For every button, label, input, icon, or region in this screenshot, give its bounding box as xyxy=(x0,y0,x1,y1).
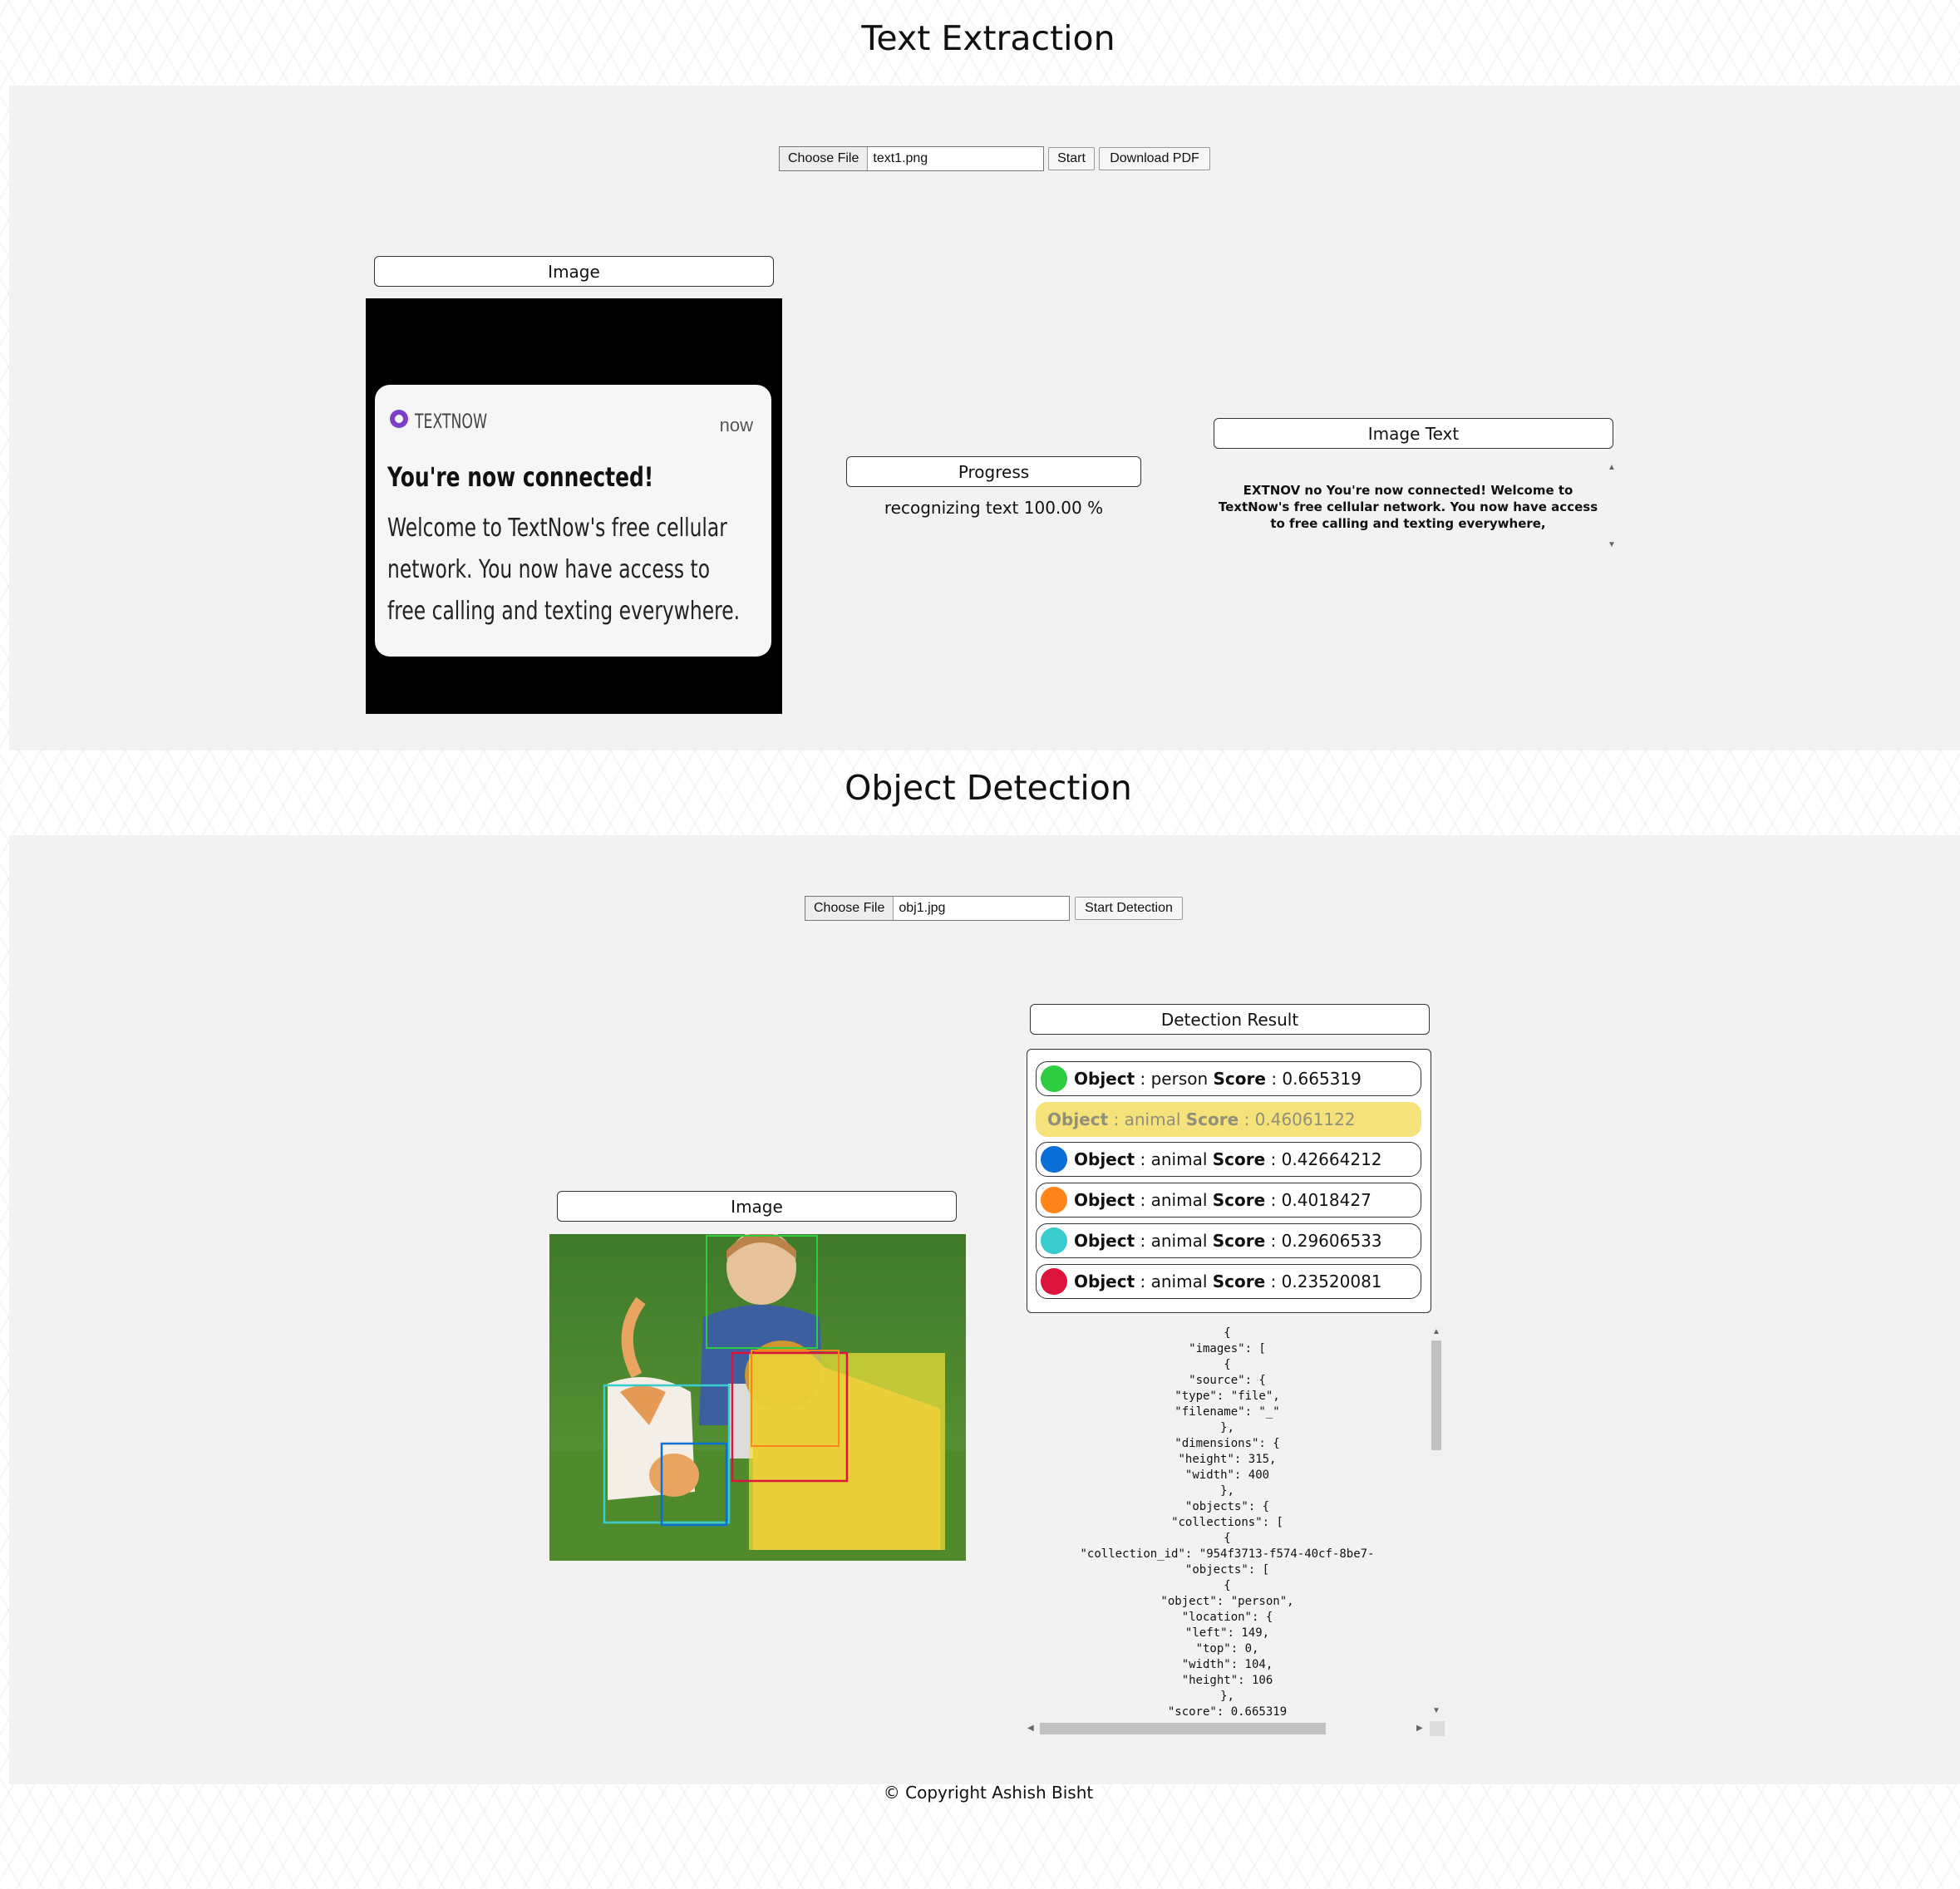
progress-label: Progress xyxy=(846,456,1141,487)
object-detection-panel: Choose File obj1.jpg Start Detection Ima… xyxy=(9,835,1960,1784)
footer-copyright: © Copyright Ashish Bisht xyxy=(883,1783,1094,1803)
text-file-input[interactable]: Choose File text1.png xyxy=(779,146,1044,171)
detection-result-text: Object : animal Score : 0.23520081 xyxy=(1074,1271,1382,1291)
object-detection-title: Object Detection xyxy=(845,768,1132,808)
extracted-text[interactable]: EXTNOV no You're now connected! Welcome … xyxy=(1214,482,1603,532)
json-text: { "images": [ { "source": { "type": "fil… xyxy=(1080,1326,1375,1719)
notification-brand: TEXTNOW xyxy=(415,410,488,433)
file-name: text1.png xyxy=(873,151,928,165)
text-extraction-panel: Choose File text1.png Start Download PDF… xyxy=(9,86,1960,750)
detection-image xyxy=(549,1234,966,1561)
progress-text: recognizing text 100.00 % xyxy=(884,498,1104,518)
detection-result-label: Detection Result xyxy=(1030,1004,1430,1035)
image-text-label: Image Text xyxy=(1214,418,1613,449)
download-pdf-button[interactable]: Download PDF xyxy=(1099,147,1210,170)
detection-result-text: Object : person Score : 0.665319 xyxy=(1074,1069,1362,1089)
json-horizontal-thumb[interactable] xyxy=(1040,1723,1326,1734)
choose-file-button[interactable]: Choose File xyxy=(805,897,894,920)
text-extraction-title: Text Extraction xyxy=(861,18,1115,58)
detection-result-text: Object : animal Score : 0.29606533 xyxy=(1074,1230,1382,1251)
color-dot-icon xyxy=(1041,1146,1067,1173)
detection-result-item[interactable]: Object : animal Score : 0.46061122 xyxy=(1036,1101,1421,1137)
scroll-down-arrow-icon[interactable]: ▼ xyxy=(1608,541,1616,549)
textnow-logo-icon xyxy=(390,410,408,428)
choose-file-button[interactable]: Choose File xyxy=(780,147,869,170)
scroll-up-arrow-icon[interactable]: ▲ xyxy=(1608,464,1616,472)
detection-result-item[interactable]: Object : person Score : 0.665319 xyxy=(1036,1061,1421,1096)
detection-results-list: Object : person Score : 0.665319 Object :… xyxy=(1027,1049,1431,1313)
detection-result-text: Object : animal Score : 0.4018427 xyxy=(1074,1190,1372,1211)
image-label: Image xyxy=(374,256,774,287)
object-file-input[interactable]: Choose File obj1.jpg xyxy=(805,896,1070,921)
scroll-corner xyxy=(1430,1721,1445,1736)
uploaded-text-image: TEXTNOW now You're now connected! Welcom… xyxy=(366,298,782,714)
file-name: obj1.jpg xyxy=(899,901,946,915)
json-vertical-thumb[interactable] xyxy=(1431,1341,1441,1450)
detection-result-text: Object : animal Score : 0.46061122 xyxy=(1047,1109,1356,1129)
json-scroll-down-icon[interactable]: ▼ xyxy=(1432,1707,1440,1715)
notification-body: Welcome to TextNow's free cellular netwo… xyxy=(387,514,741,626)
color-dot-icon xyxy=(1041,1227,1067,1254)
notification-card: TEXTNOW now You're now connected! Welcom… xyxy=(375,385,771,657)
detection-result-text: Object : animal Score : 0.42664212 xyxy=(1074,1149,1382,1170)
start-detection-button[interactable]: Start Detection xyxy=(1075,897,1183,920)
detection-result-item[interactable]: Object : animal Score : 0.23520081 xyxy=(1036,1263,1421,1299)
color-dot-icon xyxy=(1041,1065,1067,1092)
json-scroll-left-icon[interactable]: ◀ xyxy=(1027,1724,1034,1733)
json-horizontal-scrollbar[interactable] xyxy=(1025,1721,1430,1734)
detection-result-item[interactable]: Object : animal Score : 0.42664212 xyxy=(1036,1142,1421,1178)
detection-result-item[interactable]: Object : animal Score : 0.29606533 xyxy=(1036,1222,1421,1258)
detection-result-item[interactable]: Object : animal Score : 0.4018427 xyxy=(1036,1183,1421,1218)
start-button[interactable]: Start xyxy=(1048,147,1095,170)
color-dot-icon xyxy=(1041,1187,1067,1214)
json-output[interactable]: { "images": [ { "source": { "type": "fil… xyxy=(1025,1326,1430,1719)
color-dot-icon xyxy=(1041,1267,1067,1295)
object-image-label: Image xyxy=(557,1191,957,1222)
json-vertical-scrollbar[interactable] xyxy=(1430,1326,1443,1719)
notification-heading: You're now connected! xyxy=(387,461,654,493)
json-scroll-right-icon[interactable]: ▶ xyxy=(1416,1724,1423,1733)
notification-time: now xyxy=(719,415,753,435)
json-scroll-up-icon[interactable]: ▲ xyxy=(1432,1328,1440,1336)
